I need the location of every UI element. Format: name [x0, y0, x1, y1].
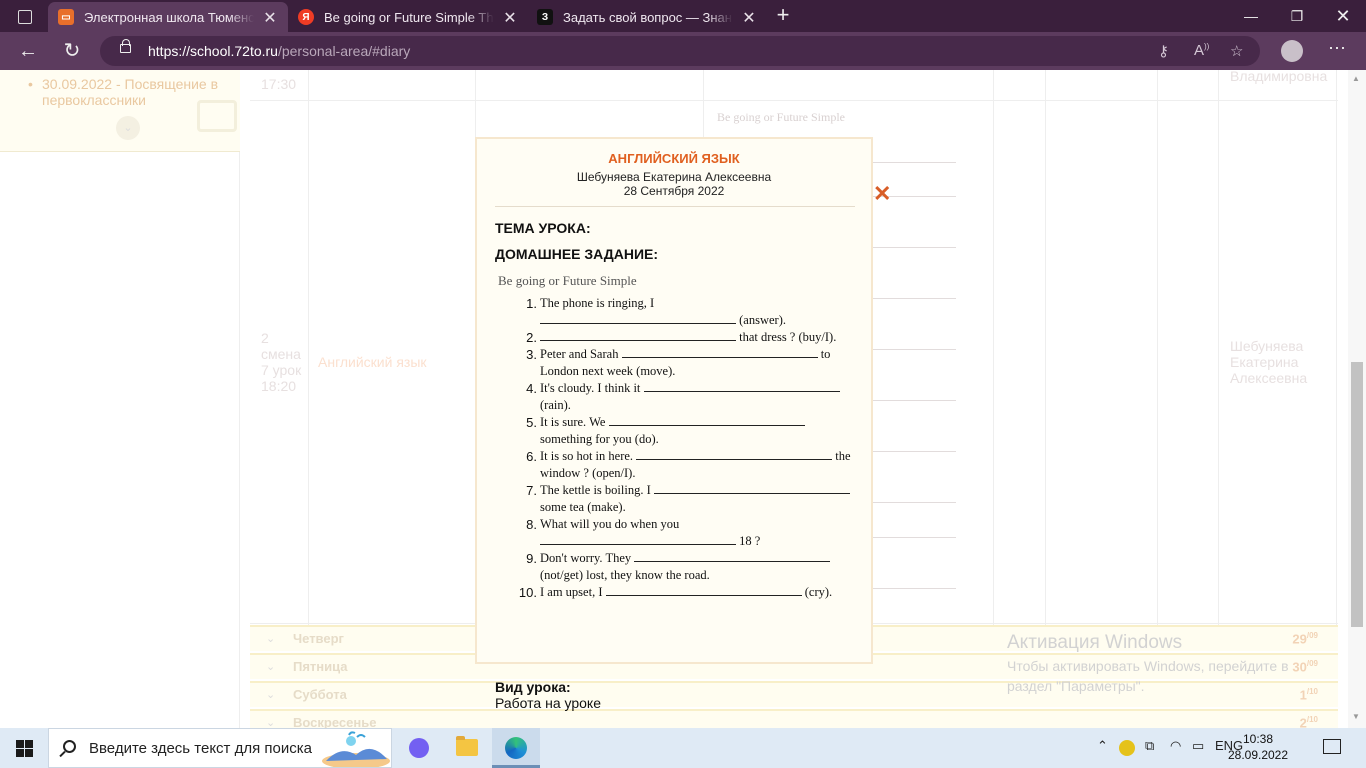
prev-teacher: Владимировна [1230, 70, 1328, 84]
chevron-up-icon[interactable]: ⌃ [1097, 738, 1108, 754]
exercise-item: 4. It's cloudy. I think it (rain). [507, 380, 857, 414]
restore-button[interactable]: ❐ [1274, 0, 1320, 32]
scroll-down-icon[interactable]: ▼ [1352, 712, 1360, 721]
chevron-down-icon: ⌄ [266, 661, 276, 673]
exercise-item: 9. Don't worry. They (not/get) lost, they… [507, 550, 857, 584]
chevron-down-icon: ⌄ [266, 633, 276, 645]
homework-title: Be going or Future Simple [498, 273, 637, 288]
window-close-button[interactable]: ✕ [1320, 0, 1366, 32]
tab-actions-button[interactable] [8, 4, 40, 28]
calendar-icon [197, 100, 237, 132]
lesson-number: 2 смена 7 урок 18:20 [261, 330, 302, 394]
day-row-sunday[interactable]: ⌄ Воскресенье 2/10 [250, 709, 1338, 728]
exercise-item: 1. The phone is ringing, I (answer). [526, 296, 786, 327]
minimize-button[interactable]: — [1228, 0, 1274, 32]
lesson-teacher: Шебуняева Екатерина Алексеевна [1230, 338, 1308, 386]
homework-label: ДОМАШНЕЕ ЗАДАНИЕ: [495, 246, 659, 262]
windows-activation-watermark: Активация Windows Чтобы активировать Win… [1007, 632, 1289, 694]
modal-teacher: Шебуняева Екатерина Алексеевна [576, 170, 772, 184]
taskbar-search-input[interactable]: Введите здесь текст для поиска [48, 728, 392, 768]
url-text[interactable]: https://school.72to.ru/personal-area/#di… [148, 43, 410, 59]
edge-icon [505, 737, 527, 759]
key-icon[interactable]: ⚷ [1158, 42, 1169, 60]
new-tab-button[interactable]: + [771, 3, 795, 27]
address-bar[interactable]: https://school.72to.ru/personal-area/#di… [100, 36, 1260, 66]
back-button[interactable]: ← [14, 37, 42, 65]
exercise-item: 7. The kettle is boiling. I some tea (mak… [507, 482, 857, 516]
chevron-down-icon: ⌄ [266, 717, 276, 728]
lesson-kind-value: Работа на уроке [495, 695, 601, 711]
windows-taskbar: Введите здесь текст для поиска ⌃ ⧉ ◠ ▭ E… [0, 728, 1366, 768]
notification-icon[interactable] [1323, 739, 1341, 754]
prev-lesson-time: 17:30 [261, 76, 297, 92]
topic-label: ТЕМА УРОКА: [495, 220, 591, 236]
folder-icon [456, 736, 478, 756]
news-panel: 30.09.2022 - Посвящение в первоклассники… [0, 70, 240, 152]
windows-start-button[interactable] [0, 728, 48, 768]
close-icon[interactable]: ✕ [262, 8, 278, 28]
exercise-item: 8. What will you do when you 18 ? [526, 517, 761, 548]
lesson-kind-label: Вид урока: [495, 679, 571, 695]
browser-toolbar: ← ↻ https://school.72to.ru/personal-area… [0, 32, 1366, 70]
taskbar-viber[interactable] [395, 728, 443, 768]
page-content: 30.09.2022 - Посвящение в первоклассники… [0, 70, 1366, 728]
taskbar-explorer[interactable] [443, 728, 491, 768]
viber-icon [409, 738, 429, 758]
tab-title: Задать свой вопрос — Знания.com [563, 9, 733, 25]
modal-date: 28 Сентября 2022 [623, 184, 725, 198]
search-icon [63, 740, 76, 753]
lock-icon [120, 39, 131, 53]
yandex-icon: Я [298, 9, 314, 25]
close-icon[interactable]: ✕ [873, 183, 891, 205]
exercise-list: 1. The phone is ringing, I (answer). 2. t… [507, 295, 857, 601]
taskbar-clock[interactable]: 10:38 28.09.2022 [1226, 731, 1290, 763]
lesson-name[interactable]: Английский язык [318, 354, 427, 370]
chevron-down-icon[interactable]: ⌄ [116, 116, 140, 140]
battery-icon[interactable]: ▭ [1192, 738, 1204, 754]
scroll-up-icon[interactable]: ▲ [1352, 74, 1360, 83]
more-menu-icon[interactable]: ⋯ [1328, 38, 1346, 59]
tab-title: Электронная школа Тюменской области [84, 9, 254, 25]
tab-znania[interactable]: З Задать свой вопрос — Знания.com ✕ [527, 2, 767, 32]
tab-yandex[interactable]: Я Be going or Future Simple The phone is… [288, 2, 528, 32]
close-icon[interactable]: ✕ [741, 8, 757, 28]
shield-icon[interactable] [1119, 740, 1135, 756]
modal-subject: АНГЛИЙСКИЙ ЯЗЫК [608, 151, 740, 166]
homework-modal: АНГЛИЙСКИЙ ЯЗЫК Шебуняева Екатерина Алек… [475, 137, 873, 711]
exercise-item: 10. I am upset, I (cry). [518, 585, 833, 600]
tab-title: Be going or Future Simple The phone is r… [324, 9, 494, 25]
exercise-item: 5. It is sure. We something for you (do). [507, 414, 857, 448]
taskbar-edge[interactable] [492, 728, 540, 768]
tab-school[interactable]: ▭ Электронная школа Тюменской области ✕ [48, 2, 288, 32]
favorites-icon[interactable]: ☆ [1230, 42, 1243, 60]
exercise-item: 2. that dress ? (buy/I). [526, 330, 837, 345]
school-icon: ▭ [58, 9, 74, 25]
device-icon[interactable]: ⧉ [1145, 738, 1154, 754]
znania-icon: З [537, 9, 553, 25]
close-icon[interactable]: ✕ [502, 8, 518, 28]
profile-avatar[interactable] [1281, 40, 1303, 62]
browser-tab-strip: ▭ Электронная школа Тюменской области ✕ … [0, 0, 1366, 32]
refresh-button[interactable]: ↻ [58, 37, 86, 65]
hw-ghost-title: Be going or Future Simple [717, 110, 845, 124]
left-panel-blank [0, 152, 240, 728]
chevron-down-icon: ⌄ [266, 689, 276, 701]
exercise-item: 3. Peter and Sarah to London next week (m… [526, 347, 831, 378]
search-highlight-icon [322, 731, 390, 767]
read-aloud-icon[interactable]: A)) [1194, 42, 1209, 59]
scrollbar-thumb[interactable] [1351, 362, 1363, 627]
wifi-icon[interactable]: ◠ [1170, 738, 1181, 754]
exercise-item: 6. It is so hot in here. the window ? (op… [526, 449, 851, 480]
